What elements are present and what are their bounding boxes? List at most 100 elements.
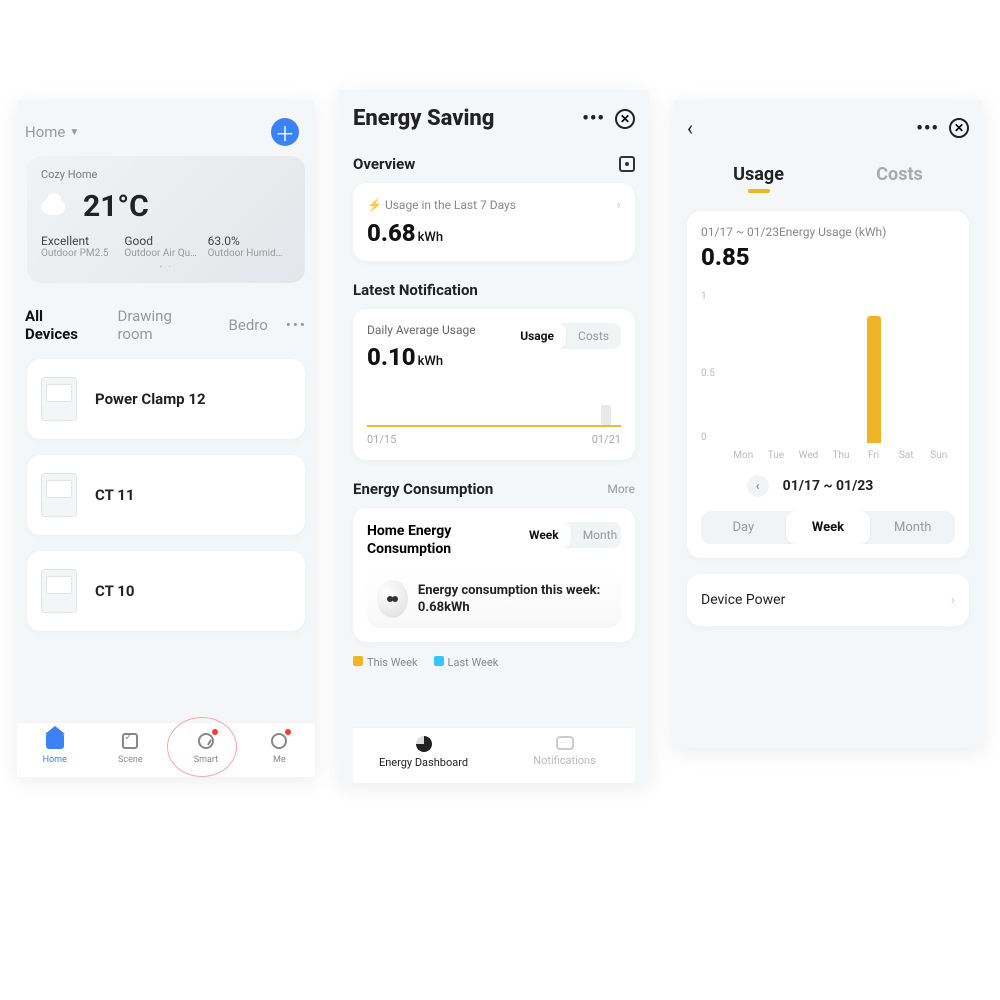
settings-icon[interactable] [619, 156, 635, 172]
badge-dot [285, 729, 291, 735]
home-selector[interactable]: Home ▼ [25, 123, 79, 141]
device-card[interactable]: CT 11 [27, 455, 305, 535]
consumption-bubble: Energy consumption this week: 0.68kWh [367, 570, 621, 628]
device-name: Power Clamp 12 [95, 390, 206, 408]
device-card[interactable]: CT 10 [27, 551, 305, 631]
usage-7days-card[interactable]: ⚡ Usage in the Last 7 Days › 0.68kWh [353, 183, 635, 261]
usage-costs-tabs: Usage Costs [687, 164, 969, 193]
seg-month[interactable]: Month [571, 522, 621, 548]
device-power-row[interactable]: Device Power › [687, 574, 969, 626]
device-icon [41, 377, 77, 421]
nav-label: Home [43, 755, 67, 765]
weather-stat-value: 63.0% [208, 234, 291, 248]
day-label: Sun [922, 450, 955, 461]
seg-usage[interactable]: Usage [508, 323, 566, 349]
sparkline-bar [601, 405, 611, 425]
date-to: 01/21 [592, 433, 621, 446]
add-button[interactable]: ＋ [271, 118, 299, 146]
day-label: Mon [727, 450, 760, 461]
tab-energy-dashboard[interactable]: Energy Dashboard [353, 736, 494, 769]
device-name: CT 10 [95, 582, 134, 600]
avg-usage-value: 0.10kWh [367, 343, 476, 371]
weather-stat-label: Outdoor PM2.5 [41, 248, 124, 259]
chevron-down-icon: ▼ [69, 127, 79, 138]
weather-card[interactable]: Cozy Home 21°C Excellent Outdoor PM2.5 G… [27, 156, 305, 283]
usage-bar-chart: 1 0.5 0 MonTueWedThuFriSatSun [701, 291, 955, 461]
device-card[interactable]: Power Clamp 12 [27, 359, 305, 439]
bottom-nav: Home Scene Smart Me [17, 722, 315, 777]
room-tabs: All Devices Drawing room Bedro ••• [17, 287, 315, 353]
room-tab-bedroom[interactable]: Bedro [229, 316, 268, 334]
weather-stat-label: Outdoor Air Qu… [124, 248, 207, 259]
energy-header: Energy Saving ••• ✕ [353, 90, 635, 141]
chevron-right-icon: › [951, 592, 955, 608]
scene-icon [122, 733, 138, 749]
section-title: Energy Consumption [353, 480, 493, 498]
weather-stat-value: Good [124, 234, 207, 248]
seg-month[interactable]: Month [870, 511, 955, 544]
usage-chart-card: 01/17 ~ 01/23Energy Usage (kWh) 0.85 1 0… [687, 211, 969, 558]
day-label: Tue [760, 450, 793, 461]
usage-costs-toggle[interactable]: Usage Costs [508, 323, 621, 349]
profile-icon [271, 733, 287, 749]
week-month-toggle[interactable]: Week Month [517, 522, 621, 548]
overview-header: Overview [353, 155, 635, 173]
pie-chart-icon [416, 736, 432, 752]
tab-usage[interactable]: Usage [733, 164, 784, 193]
section-title: Overview [353, 155, 415, 173]
nav-scene[interactable]: Scene [118, 731, 143, 765]
room-tab-drawing[interactable]: Drawing room [117, 307, 210, 343]
y-tick: 0.5 [701, 368, 715, 379]
nav-smart[interactable]: Smart [194, 731, 218, 765]
weather-stat: 63.0% Outdoor Humid… [208, 234, 291, 259]
plus-icon: ＋ [275, 118, 295, 147]
home-top-bar: Home ▼ ＋ [17, 100, 315, 156]
smart-icon [198, 733, 214, 749]
usage-7days-label: ⚡ Usage in the Last 7 Days [367, 198, 516, 212]
sparkline-dates: 01/15 01/21 [367, 433, 621, 446]
nav-home[interactable]: Home [43, 731, 67, 765]
tab-notifications[interactable]: Notifications [494, 736, 635, 769]
back-icon[interactable]: ‹ [687, 116, 693, 140]
weather-stat: Excellent Outdoor PM2.5 [41, 234, 124, 259]
date-range-text: 01/17 ~ 01/23 [783, 478, 874, 494]
weather-stat: Good Outdoor Air Qu… [124, 234, 207, 259]
energy-saving-screen: Energy Saving ••• ✕ Overview ⚡ Usage in … [339, 90, 649, 783]
message-icon [556, 736, 574, 750]
seg-costs[interactable]: Costs [566, 323, 621, 349]
device-list: Power Clamp 12 CT 11 CT 10 [17, 359, 315, 631]
device-name: CT 11 [95, 486, 134, 504]
close-icon[interactable]: ✕ [949, 118, 969, 138]
day-label: Wed [792, 450, 825, 461]
nav-me[interactable]: Me [269, 731, 289, 765]
home-selector-label: Home [25, 123, 65, 141]
more-rooms-icon[interactable]: ••• [286, 316, 307, 334]
day-label: Fri [857, 450, 890, 461]
page-title: Energy Saving [353, 106, 494, 131]
lightning-icon: ⚡ [367, 198, 382, 212]
room-tab-all[interactable]: All Devices [25, 307, 99, 343]
consumption-legend: This Week Last Week [353, 656, 635, 669]
seg-day[interactable]: Day [701, 511, 786, 544]
nav-label: Scene [118, 755, 143, 765]
seg-week[interactable]: Week [786, 511, 871, 544]
close-icon[interactable]: ✕ [615, 109, 635, 129]
usage-7days-value: 0.68kWh [367, 219, 621, 247]
more-icon[interactable]: ••• [582, 108, 605, 129]
robot-icon [377, 580, 408, 618]
usage-header: ‹ ••• ✕ [687, 100, 969, 150]
more-icon[interactable]: ••• [916, 118, 939, 139]
nav-label: Me [273, 755, 286, 765]
tab-costs[interactable]: Costs [876, 164, 923, 193]
period-toggle[interactable]: Day Week Month [701, 511, 955, 544]
section-title: Latest Notification [353, 281, 478, 299]
device-icon [41, 569, 77, 613]
home-icon [46, 733, 64, 749]
chevron-right-icon: › [617, 197, 621, 213]
consumption-more-link[interactable]: More [607, 482, 635, 496]
energy-bottom-tabs: Energy Dashboard Notifications [353, 727, 635, 783]
latest-header: Latest Notification [353, 281, 635, 299]
seg-week[interactable]: Week [517, 522, 571, 548]
prev-range-button[interactable]: ‹ [747, 475, 769, 497]
consumption-header: Energy Consumption More [353, 480, 635, 498]
